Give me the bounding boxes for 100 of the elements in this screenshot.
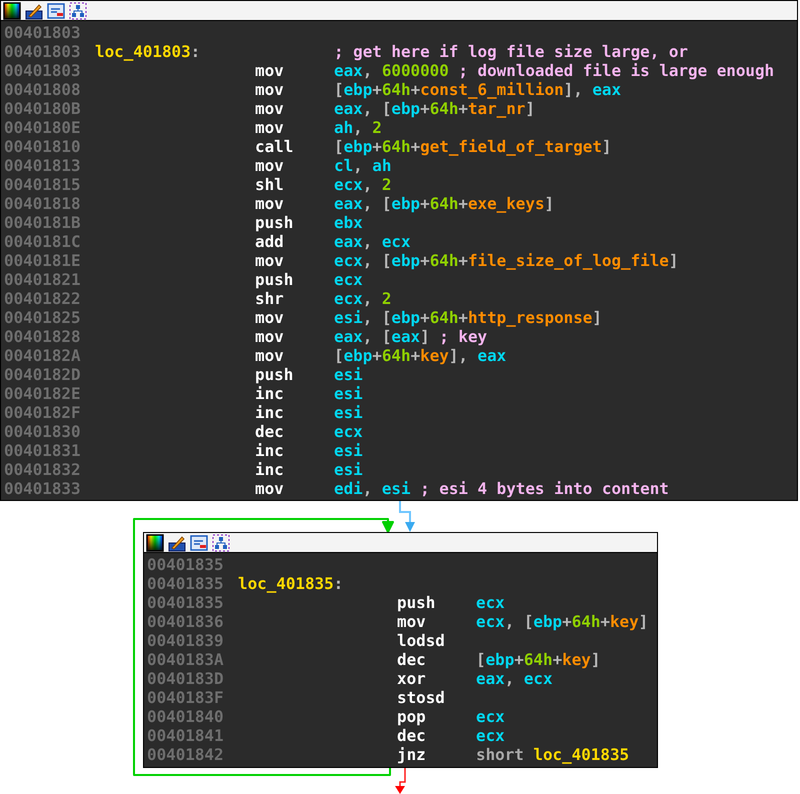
address-text: 0040183A [147,650,225,669]
code-label: loc_401803: [95,42,202,61]
mnemonic-text: push [255,213,294,232]
address-text: 0040183F [147,688,225,707]
address-text: 0040182F [4,403,82,422]
address-text: 00401810 [4,137,82,156]
mnemonic-text: mov [255,479,285,498]
pencil-icon[interactable] [168,534,186,552]
operand-text: esi [334,365,363,384]
mnemonic-text: xor [397,669,427,688]
operand-text: [ebp+64h+const_6_million], eax [334,80,622,99]
operand-text: eax, [eax] [334,327,430,346]
operand-text: esi [334,384,363,403]
address-text: 00401830 [4,422,82,441]
operand-text: ebx [334,213,363,232]
address-text: 00401833 [4,479,82,498]
operand-text: edi, esi [334,479,411,498]
address-text: 00401803 [4,23,82,42]
address-text: 00401840 [147,707,225,726]
operand-text: ecx [334,422,363,441]
branch-arrow [395,767,406,794]
mnemonic-text: lodsd [397,631,446,650]
mnemonic-text: shr [255,289,285,308]
address-text: 00401815 [4,175,82,194]
mnemonic-text: mov [255,346,285,365]
comment-text: ; key [438,327,488,346]
operand-text: [ebp+64h+get_field_of_target] [334,137,612,156]
operand-text: [ebp+64h+key], eax [334,346,506,365]
address-text: 0040180B [4,99,82,118]
address-text: 0040183D [147,669,225,688]
address-text: 00401828 [4,327,82,346]
address-text: 0040181B [4,213,82,232]
operand-text: ecx [476,726,505,745]
operand-text: esi [334,460,363,479]
mnemonic-text: dec [397,726,427,745]
address-text: 00401818 [4,194,82,213]
address-text: 00401839 [147,631,225,650]
graph-icon[interactable] [212,534,230,552]
operand-text: eax, [ebp+64h+exe_keys] [334,194,554,213]
color-palette-icon[interactable] [3,2,21,20]
operand-text: esi [334,403,363,422]
comment-text: ; esi 4 bytes into content [419,479,669,498]
address-text: 00401836 [147,612,225,631]
address-text: 0040182E [4,384,82,403]
mnemonic-text: mov [255,327,285,346]
operand-text: ecx [476,707,505,726]
operand-text: ecx, [ebp+64h+key] [476,612,648,631]
operand-text: ecx [476,593,505,612]
comment-text: ; downloaded file is large enough [457,61,774,80]
operand-text: ecx, 2 [334,175,392,194]
operand-text: ecx, [ebp+64h+file_size_of_log_file] [334,251,678,270]
operand-text: esi [334,441,363,460]
address-text: 00401803 [4,61,82,80]
operand-text: ah, 2 [334,118,382,137]
mnemonic-text: mov [397,612,427,631]
operand-text: eax, 6000000 [334,61,449,80]
operand-text: [ebp+64h+key] [476,650,600,669]
mnemonic-text: inc [255,384,285,403]
mnemonic-text: call [255,137,294,156]
address-text: 0040181C [4,232,82,251]
address-text: 00401831 [4,441,82,460]
comment-text: ; get here if log file size large, or [334,42,688,61]
mnemonic-text: mov [255,61,285,80]
mnemonic-text: jnz [397,745,427,764]
mnemonic-text: inc [255,460,285,479]
address-text: 00401813 [4,156,82,175]
operand-text: ecx [334,270,363,289]
mnemonic-text: pop [397,707,427,726]
mnemonic-text: mov [255,308,285,327]
mnemonic-text: stosd [397,688,446,707]
operand-text: esi, [ebp+64h+http_response] [334,308,602,327]
address-text: 00401842 [147,745,225,764]
mnemonic-text: mov [255,80,285,99]
address-text: 00401835 [147,593,225,612]
address-text: 00401822 [4,289,82,308]
mnemonic-text: dec [397,650,427,669]
address-text: 00401808 [4,80,82,99]
operand-text: eax, ecx [476,669,553,688]
operand-text: cl, ah [334,156,392,175]
flow-arrow [399,500,415,532]
address-text: 00401835 [147,574,225,593]
mnemonic-text: mov [255,156,285,175]
graph-icon[interactable] [69,2,87,20]
address-text: 00401835 [147,555,225,574]
window-icon[interactable] [190,534,208,552]
address-text: 00401832 [4,460,82,479]
address-text: 0040181E [4,251,82,270]
address-text: 0040180E [4,118,82,137]
mnemonic-text: push [255,270,294,289]
window-icon[interactable] [47,2,65,20]
mnemonic-text: mov [255,194,285,213]
operand-text: eax, [ebp+64h+tar_nr] [334,99,535,118]
operand-text: ecx, 2 [334,289,392,308]
color-palette-icon[interactable] [146,534,164,552]
pencil-icon[interactable] [25,2,43,20]
code-label: loc_401835: [238,574,344,593]
address-text: 0040182A [4,346,82,365]
mnemonic-text: push [255,365,294,384]
mnemonic-text: mov [255,118,285,137]
mnemonic-text: inc [255,403,285,422]
